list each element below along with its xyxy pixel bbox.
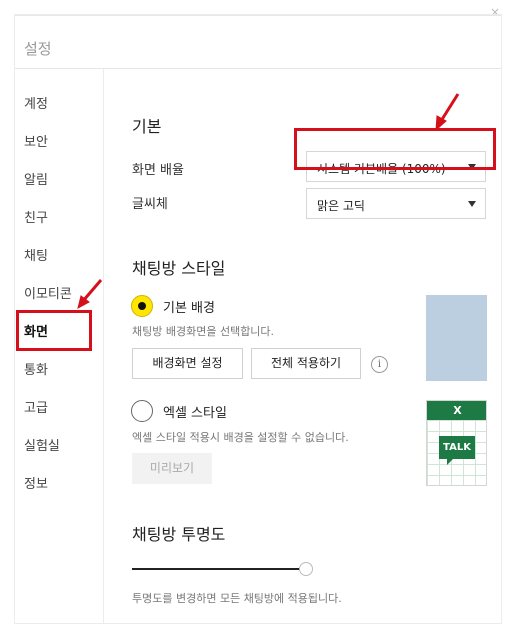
arrow-to-sidebar: [77, 279, 103, 309]
arrow-to-zoom-select: [435, 93, 460, 132]
settings-dialog: × 설정 계정 보안 알림 친구 채팅 이모티콘 화면 통화 고급 실험실 정보…: [0, 0, 516, 638]
annotation-arrows: [77, 93, 460, 309]
